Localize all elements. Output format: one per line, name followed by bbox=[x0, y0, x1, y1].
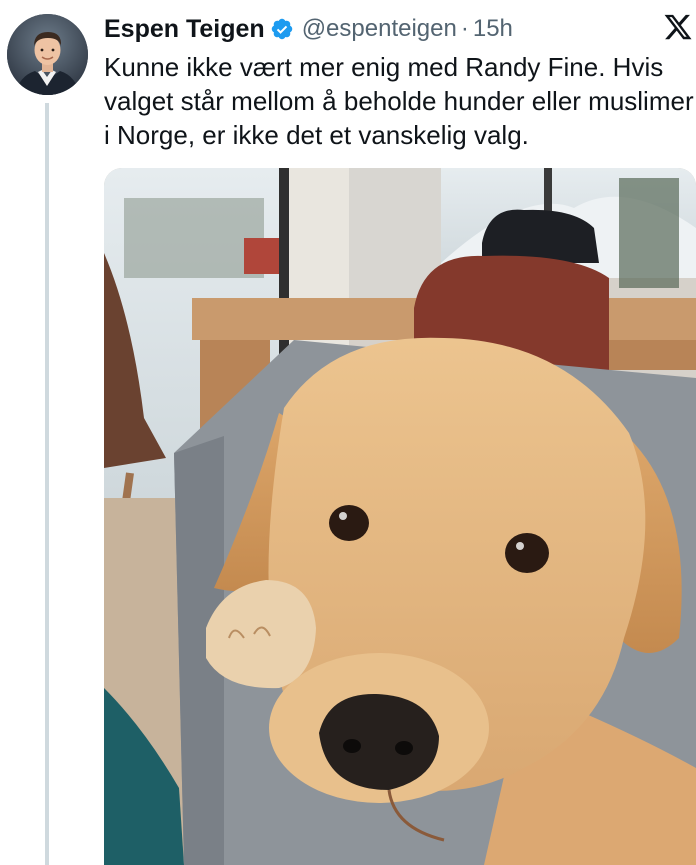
author-handle[interactable]: @espenteigen bbox=[302, 15, 457, 43]
tweet-photo[interactable] bbox=[104, 168, 696, 865]
x-logo-icon bbox=[664, 14, 692, 40]
author-avatar[interactable] bbox=[7, 14, 88, 95]
separator-dot: · bbox=[460, 15, 469, 42]
tweet-text: Kunne ikke vært mer enig med Randy Fine.… bbox=[104, 52, 694, 150]
dog-photo bbox=[104, 168, 696, 865]
author-name[interactable]: Espen Teigen bbox=[104, 15, 265, 44]
verified-badge-icon bbox=[271, 18, 292, 40]
profile-photo-icon bbox=[7, 14, 88, 95]
tweet-header: Espen Teigen @espenteigen · 15h bbox=[104, 12, 696, 46]
tweet-timestamp[interactable]: 15h bbox=[473, 15, 513, 43]
thread-line bbox=[45, 103, 49, 865]
